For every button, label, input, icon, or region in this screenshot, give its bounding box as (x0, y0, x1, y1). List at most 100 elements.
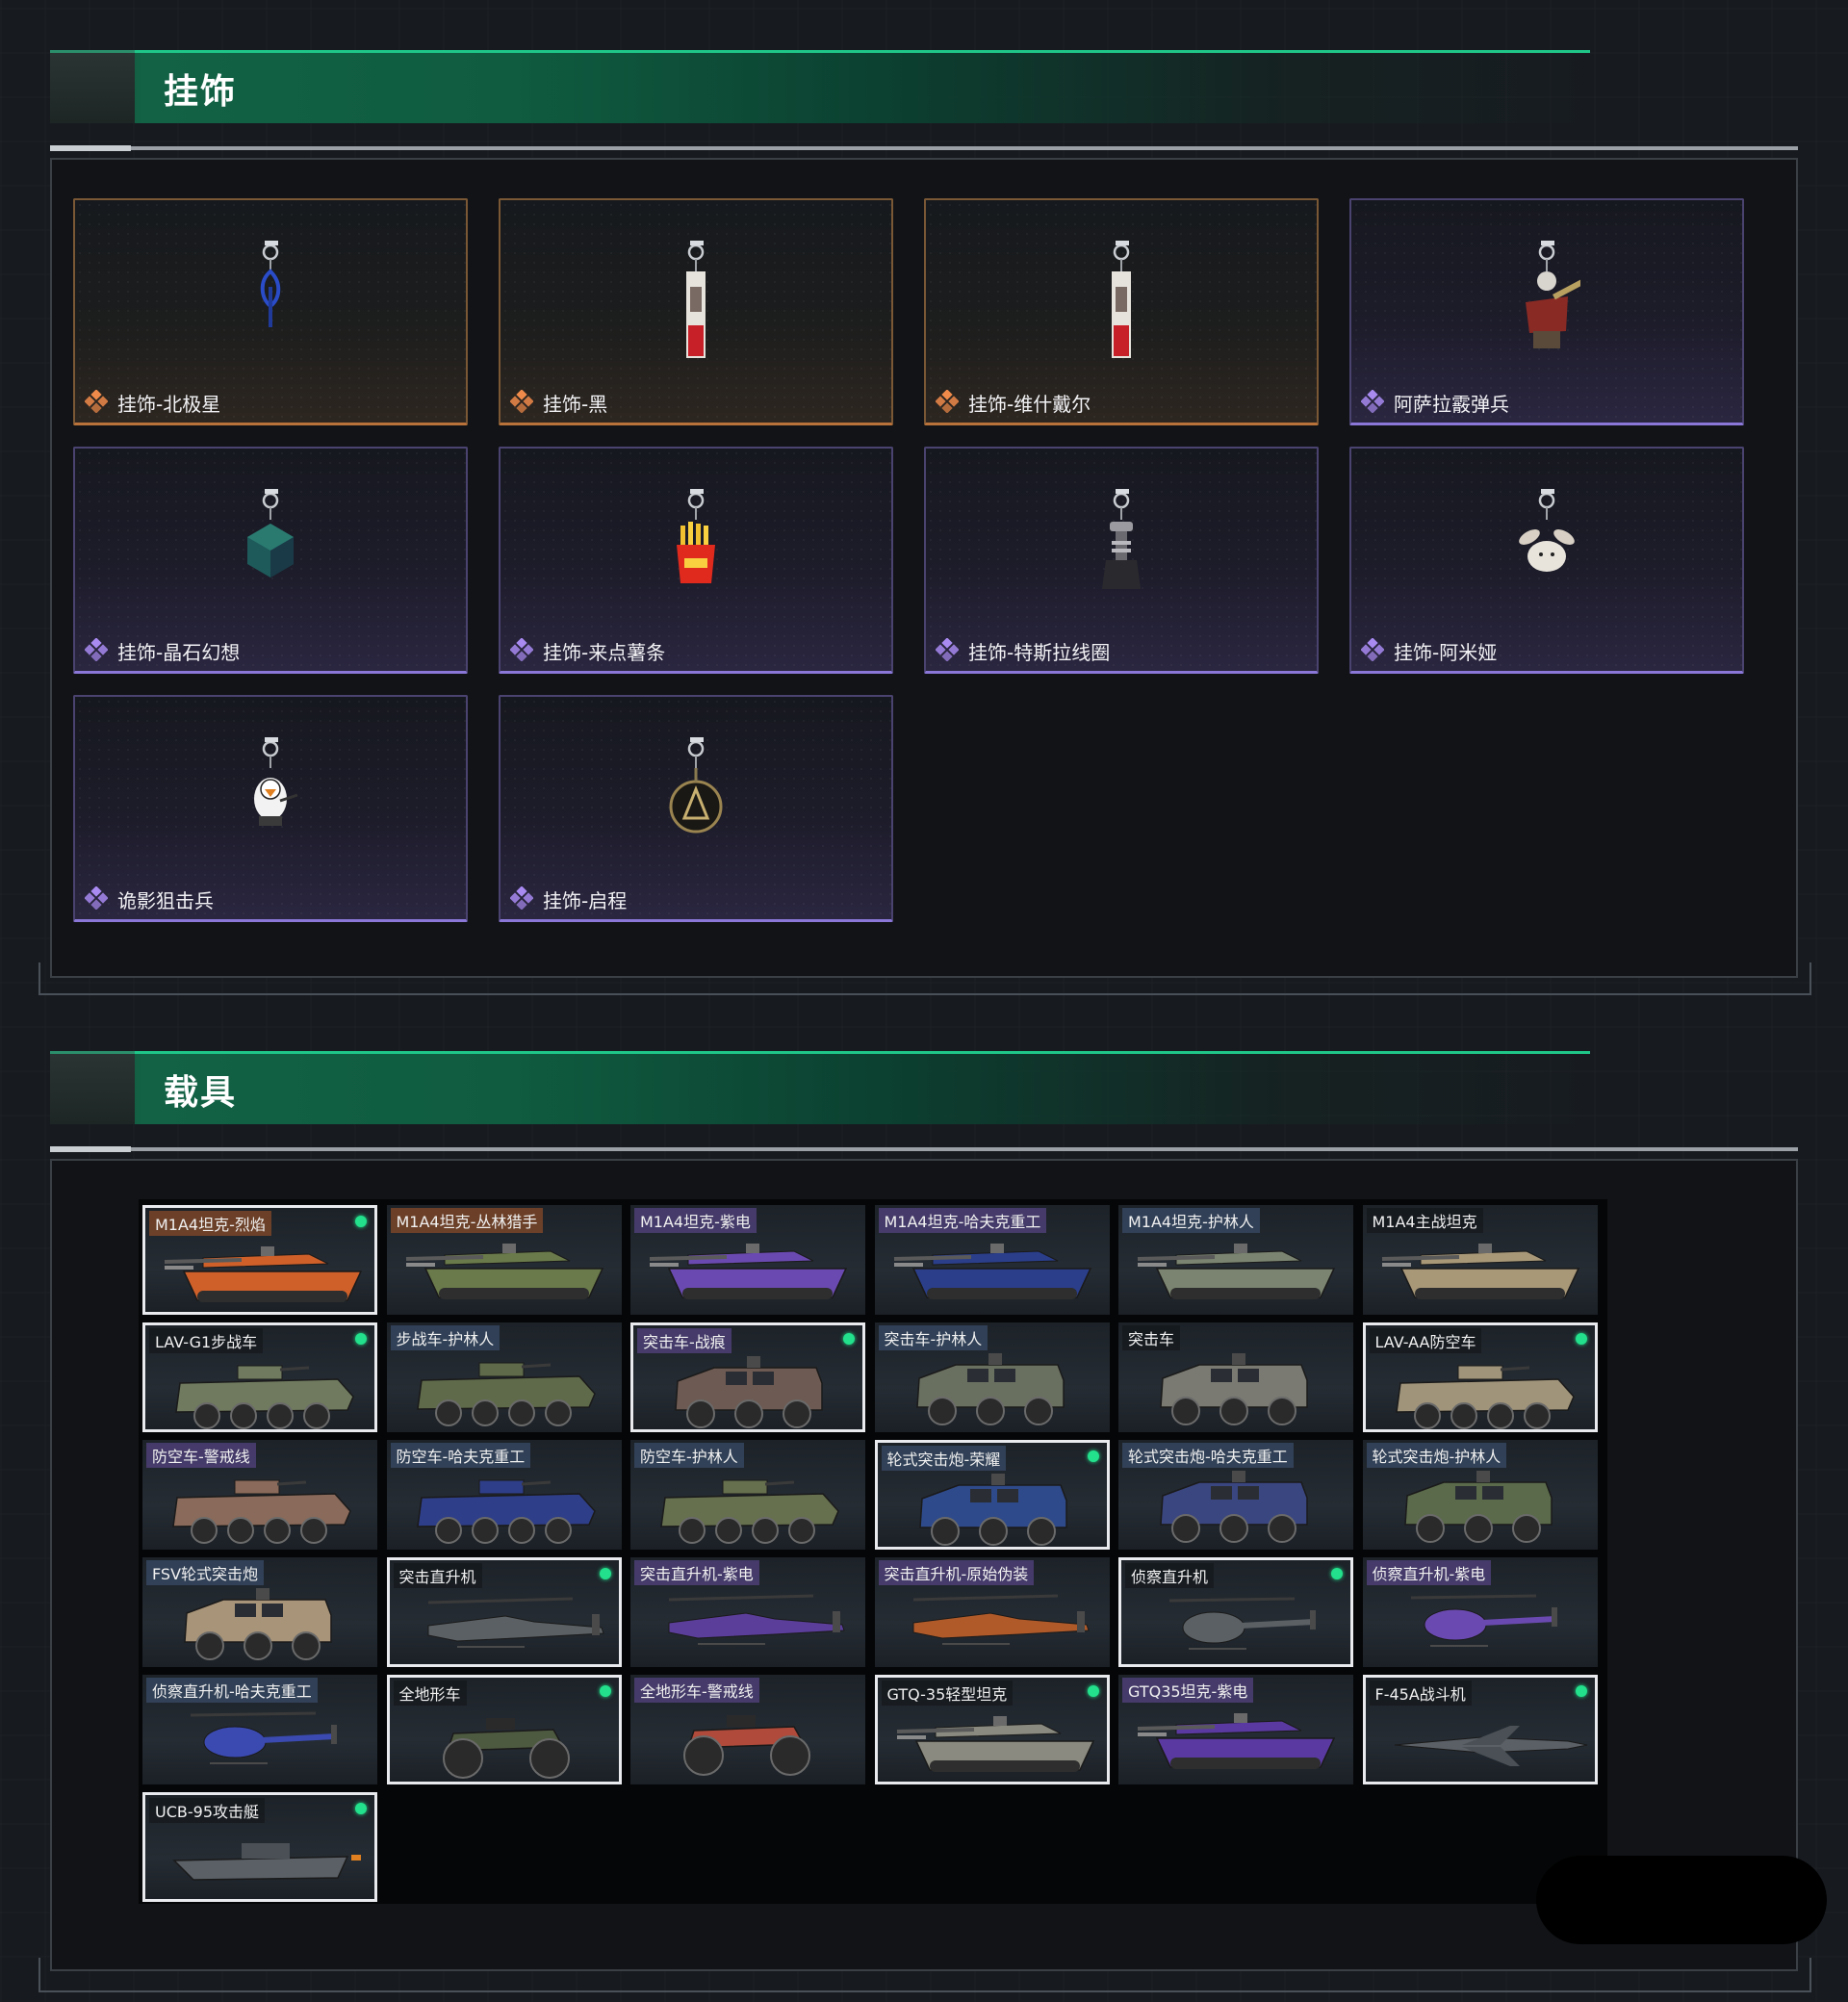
vehicle-label: 突击车 (1122, 1325, 1181, 1350)
vehicle-label: M1A4主战坦克 (1366, 1208, 1483, 1233)
section-title: 载具 (164, 1073, 238, 1113)
section-title: 挂饰 (164, 72, 238, 112)
owned-indicator-icon (1331, 1568, 1343, 1579)
vehicle-label: 侦察直升机-紫电 (1366, 1560, 1492, 1585)
charm-card[interactable]: 挂饰-来点薯条 (499, 447, 893, 674)
owned-indicator-icon (843, 1333, 855, 1345)
vehicle-card[interactable]: 全地形车 (386, 1675, 622, 1784)
charm-card[interactable]: 挂饰-特斯拉线圈 (924, 447, 1319, 674)
charm-card[interactable]: 诡影狙击兵 (73, 695, 468, 922)
rarity-diamond-icon (510, 390, 533, 413)
vehicle-label: M1A4坦克-护林人 (1122, 1208, 1260, 1233)
charm-card[interactable]: 挂饰-阿米娅 (1349, 447, 1744, 674)
vehicle-label: M1A4坦克-哈夫克重工 (878, 1208, 1047, 1233)
vehicle-card[interactable]: 防空车-护林人 (630, 1440, 865, 1550)
charm-card[interactable]: 挂饰-晶石幻想 (73, 447, 468, 674)
vehicle-label: 防空车-哈夫克重工 (390, 1443, 531, 1468)
charm-card[interactable]: 挂饰-北极星 (73, 198, 468, 425)
vehicle-card[interactable]: M1A4坦克-丛林猎手 (386, 1205, 622, 1315)
rarity-diamond-icon (510, 638, 533, 661)
charm-label: 挂饰-北极星 (117, 393, 221, 416)
vehicle-card[interactable]: 突击车-护林人 (874, 1322, 1110, 1432)
vehicle-label: UCB-95攻击艇 (149, 1798, 265, 1823)
header-stub (50, 50, 135, 123)
blue-keychain-charm (260, 241, 281, 327)
charm-label: 阿萨拉霰弹兵 (1394, 393, 1509, 416)
panel-frame (38, 962, 1811, 995)
penguin-sniper-charm (254, 737, 298, 826)
vehicle-card[interactable]: 轮式突击炮-哈夫克重工 (1118, 1440, 1353, 1550)
vehicle-label: 突击直升机-原始伪装 (878, 1560, 1035, 1585)
fries-charm (677, 489, 715, 583)
vehicle-card[interactable]: 轮式突击炮-荣耀 (874, 1440, 1110, 1550)
vehicle-label: 轮式突击炮-护林人 (1366, 1443, 1507, 1468)
vehicle-card[interactable]: M1A4主战坦克 (1362, 1205, 1598, 1315)
vehicle-card[interactable]: 侦察直升机-哈夫克重工 (142, 1675, 377, 1784)
tag-keychain-charm (1112, 241, 1131, 358)
vehicle-label: LAV-G1步战车 (149, 1328, 264, 1353)
vehicle-card[interactable]: 步战车-护林人 (386, 1322, 622, 1432)
vehicle-label: 侦察直升机-哈夫克重工 (146, 1678, 318, 1703)
vehicle-card[interactable]: 侦察直升机-紫电 (1362, 1557, 1598, 1667)
vehicle-label: GTQ35坦克-紫电 (1122, 1678, 1254, 1703)
charms-section-header: 挂饰 (50, 50, 1590, 123)
vehicle-label: 全地形车-警戒线 (634, 1678, 759, 1703)
rarity-diamond-icon (1361, 638, 1384, 661)
vehicle-label: 突击直升机 (393, 1563, 482, 1588)
owned-indicator-icon (599, 1685, 611, 1697)
vehicle-card[interactable]: 突击车 (1118, 1322, 1353, 1432)
vehicle-label: 防空车-护林人 (634, 1443, 744, 1468)
charm-label: 诡影狙击兵 (117, 889, 214, 912)
vehicle-card[interactable]: 防空车-哈夫克重工 (386, 1440, 622, 1550)
vehicle-card[interactable]: FSV轮式突击炮 (142, 1557, 377, 1667)
vehicle-card[interactable]: LAV-AA防空车 (1362, 1322, 1598, 1432)
vehicle-card[interactable]: UCB-95攻击艇 (142, 1792, 377, 1902)
rarity-diamond-icon (85, 886, 108, 910)
vehicle-card[interactable]: 侦察直升机 (1118, 1557, 1353, 1667)
owned-indicator-icon (355, 1803, 367, 1814)
tag-keychain-charm (686, 241, 706, 358)
vehicle-card[interactable]: M1A4坦克-烈焰 (142, 1205, 377, 1315)
vehicle-card[interactable]: 突击直升机-紫电 (630, 1557, 865, 1667)
vehicle-label: 步战车-护林人 (390, 1325, 500, 1350)
vehicle-label: M1A4坦克-烈焰 (149, 1211, 271, 1236)
vehicle-card[interactable]: M1A4坦克-哈夫克重工 (874, 1205, 1110, 1315)
vehicle-label: 突击车-战痕 (637, 1328, 732, 1353)
charm-card[interactable]: 阿萨拉霰弹兵 (1349, 198, 1744, 425)
vehicle-card[interactable]: LAV-G1步战车 (142, 1322, 377, 1432)
charm-card[interactable]: 挂饰-维什戴尔 (924, 198, 1319, 425)
owned-indicator-icon (1575, 1685, 1587, 1697)
vehicle-card[interactable]: 突击车-战痕 (630, 1322, 865, 1432)
charm-label: 挂饰-晶石幻想 (117, 641, 241, 664)
vehicle-label: FSV轮式突击炮 (146, 1560, 265, 1585)
vehicle-card[interactable]: 突击直升机-原始伪装 (874, 1557, 1110, 1667)
charm-label: 挂饰-来点薯条 (543, 641, 666, 664)
vehicle-card[interactable]: 轮式突击炮-护林人 (1362, 1440, 1598, 1550)
redaction-overlay (1536, 1856, 1827, 1944)
vehicle-label: 侦察直升机 (1125, 1563, 1215, 1588)
charm-card[interactable]: 挂饰-黑 (499, 198, 893, 425)
vehicles-section-header: 载具 (50, 1051, 1590, 1124)
vehicle-card[interactable]: GTQ35坦克-紫电 (1118, 1675, 1353, 1784)
charm-card[interactable]: 挂饰-启程 (499, 695, 893, 922)
vehicle-card[interactable]: F-45A战斗机 (1362, 1675, 1598, 1784)
vehicle-card[interactable]: M1A4坦克-紫电 (630, 1205, 865, 1315)
vehicle-label: 全地形车 (393, 1681, 467, 1706)
vehicle-label: F-45A战斗机 (1369, 1681, 1472, 1706)
rarity-diamond-icon (936, 390, 959, 413)
vehicle-card[interactable]: 全地形车-警戒线 (630, 1675, 865, 1784)
vehicle-label: 突击车-护林人 (878, 1325, 988, 1350)
vehicle-card[interactable]: 防空车-警戒线 (142, 1440, 377, 1550)
vehicle-label: 轮式突击炮-哈夫克重工 (1122, 1443, 1294, 1468)
vehicle-card[interactable]: M1A4坦克-护林人 (1118, 1205, 1353, 1315)
owned-indicator-icon (355, 1216, 367, 1227)
charm-label: 挂饰-启程 (543, 889, 628, 912)
owned-indicator-icon (599, 1568, 611, 1579)
vehicle-card[interactable]: 突击直升机 (386, 1557, 622, 1667)
header-bar (50, 1051, 1590, 1124)
vehicle-label: 轮式突击炮-荣耀 (881, 1446, 1007, 1471)
owned-indicator-icon (1087, 1685, 1099, 1697)
vehicle-label: M1A4坦克-紫电 (634, 1208, 757, 1233)
owned-indicator-icon (355, 1333, 367, 1345)
vehicle-card[interactable]: GTQ-35轻型坦克 (874, 1675, 1110, 1784)
